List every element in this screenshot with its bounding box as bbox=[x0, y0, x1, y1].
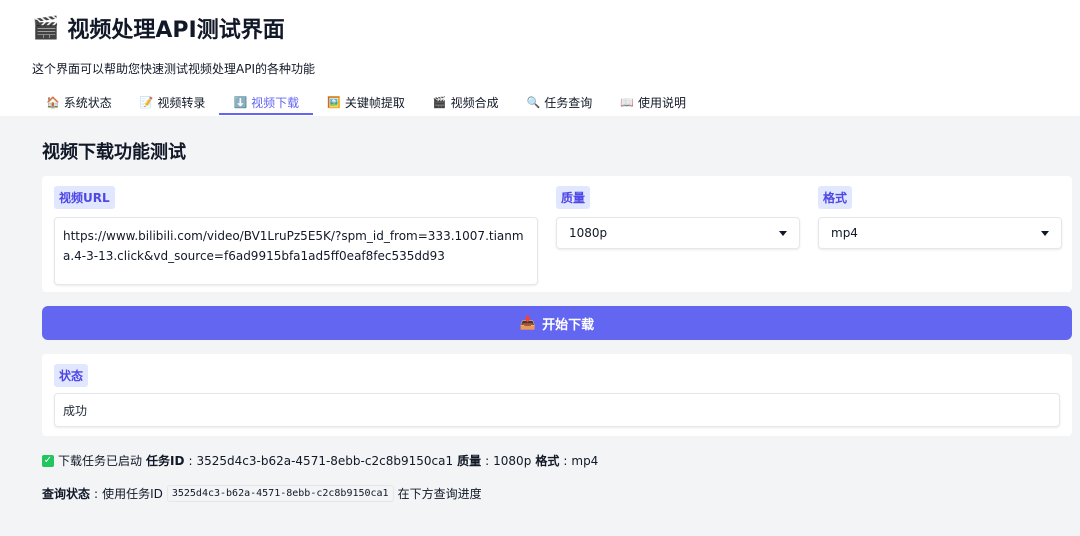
page-title-text: 视频处理API测试界面 bbox=[67, 18, 285, 43]
query-text-before: 使用任务ID bbox=[102, 487, 163, 501]
tab-label: 任务查询 bbox=[544, 95, 593, 110]
book-icon: 📖 bbox=[620, 95, 635, 109]
download-panel: 视频下载功能测试 视频URL https://www.bilibili.com/… bbox=[0, 116, 1080, 536]
status-card: 状态 成功 bbox=[42, 354, 1072, 436]
result-quality-value: 1080p bbox=[493, 453, 532, 468]
query-text-after: 在下方查询进度 bbox=[397, 487, 482, 501]
tab-label: 视频转录 bbox=[157, 95, 206, 110]
tab-video-compose[interactable]: 🎬 视频合成 bbox=[419, 91, 513, 115]
result-prefix: 下载任务已启动 bbox=[58, 454, 143, 468]
result-quality-label: 质量 bbox=[457, 454, 482, 468]
format-label: 格式 bbox=[818, 186, 853, 209]
url-field-group: 视频URL https://www.bilibili.com/video/BV1… bbox=[54, 186, 538, 285]
status-output[interactable]: 成功 bbox=[54, 393, 1060, 427]
tab-bar: 🏠 系统状态 📝 视频转录 ⬇️ 视频下载 🖼️ 关键帧提取 🎬 视频合成 🔍 … bbox=[32, 91, 1048, 115]
url-label: 视频URL bbox=[54, 186, 115, 209]
start-download-button[interactable]: 📥 开始下载 bbox=[42, 306, 1072, 340]
tab-usage-guide[interactable]: 📖 使用说明 bbox=[606, 91, 700, 115]
url-input[interactable]: https://www.bilibili.com/video/BV1LruPz5… bbox=[54, 217, 538, 285]
magnifier-icon: 🔍 bbox=[526, 95, 541, 109]
format-value: mp4 bbox=[831, 226, 858, 240]
format-select[interactable]: mp4 bbox=[818, 217, 1062, 249]
result-line: ✓ 下载任务已启动 任务ID: 3525d4c3-b62a-4571-8ebb-… bbox=[42, 453, 599, 468]
download-form: 视频URL https://www.bilibili.com/video/BV1… bbox=[42, 176, 1072, 292]
section-title: 视频下载功能测试 bbox=[42, 142, 186, 163]
caret-down-icon bbox=[779, 230, 787, 236]
tab-video-transcribe[interactable]: 📝 视频转录 bbox=[126, 91, 220, 115]
tab-label: 视频合成 bbox=[450, 95, 499, 110]
tab-label: 系统状态 bbox=[63, 95, 112, 110]
tab-label: 视频下载 bbox=[251, 95, 300, 110]
task-id-code: 3525d4c3-b62a-4571-8ebb-c2c8b9150ca1 bbox=[166, 485, 394, 502]
format-field-group: 格式 mp4 bbox=[818, 186, 1062, 249]
tab-system-status[interactable]: 🏠 系统状态 bbox=[32, 91, 126, 115]
query-hint: 查询状态: 使用任务ID 3525d4c3-b62a-4571-8ebb-c2c… bbox=[42, 485, 482, 502]
tab-video-download[interactable]: ⬇️ 视频下载 bbox=[219, 91, 314, 115]
result-format-value: mp4 bbox=[571, 453, 599, 468]
quality-label: 质量 bbox=[556, 186, 591, 209]
query-label: 查询状态 bbox=[42, 487, 91, 501]
tab-task-query[interactable]: 🔍 任务查询 bbox=[513, 91, 607, 115]
page-title: 🎬 视频处理API测试界面 bbox=[32, 12, 1048, 44]
status-label: 状态 bbox=[54, 364, 89, 387]
start-download-label: 开始下载 bbox=[542, 317, 595, 333]
tab-label: 使用说明 bbox=[638, 95, 687, 110]
memo-icon: 📝 bbox=[139, 95, 154, 109]
result-format-label: 格式 bbox=[535, 454, 560, 468]
check-icon: ✓ bbox=[42, 454, 54, 467]
picture-icon: 🖼️ bbox=[327, 95, 341, 109]
clapperboard-icon: 🎬 bbox=[32, 15, 60, 41]
quality-field-group: 质量 1080p bbox=[556, 186, 800, 249]
task-id-value: 3525d4c3-b62a-4571-8ebb-c2c8b9150ca1 bbox=[196, 453, 454, 468]
inbox-tray-icon: 📥 bbox=[519, 315, 537, 331]
tab-label: 关键帧提取 bbox=[344, 95, 405, 110]
page-subtitle: 这个界面可以帮助您快速测试视频处理API的各种功能 bbox=[32, 62, 315, 76]
header: 🎬 视频处理API测试界面 这个界面可以帮助您快速测试视频处理API的各种功能 … bbox=[0, 0, 1080, 116]
caret-down-icon bbox=[1041, 230, 1049, 236]
tab-keyframe-extract[interactable]: 🖼️ 关键帧提取 bbox=[313, 91, 419, 115]
task-id-label: 任务ID bbox=[146, 454, 185, 468]
quality-value: 1080p bbox=[569, 226, 608, 240]
clapperboard-icon: 🎬 bbox=[432, 95, 447, 109]
down-arrow-icon: ⬇️ bbox=[233, 95, 248, 109]
house-icon: 🏠 bbox=[46, 95, 60, 109]
quality-select[interactable]: 1080p bbox=[556, 217, 800, 249]
